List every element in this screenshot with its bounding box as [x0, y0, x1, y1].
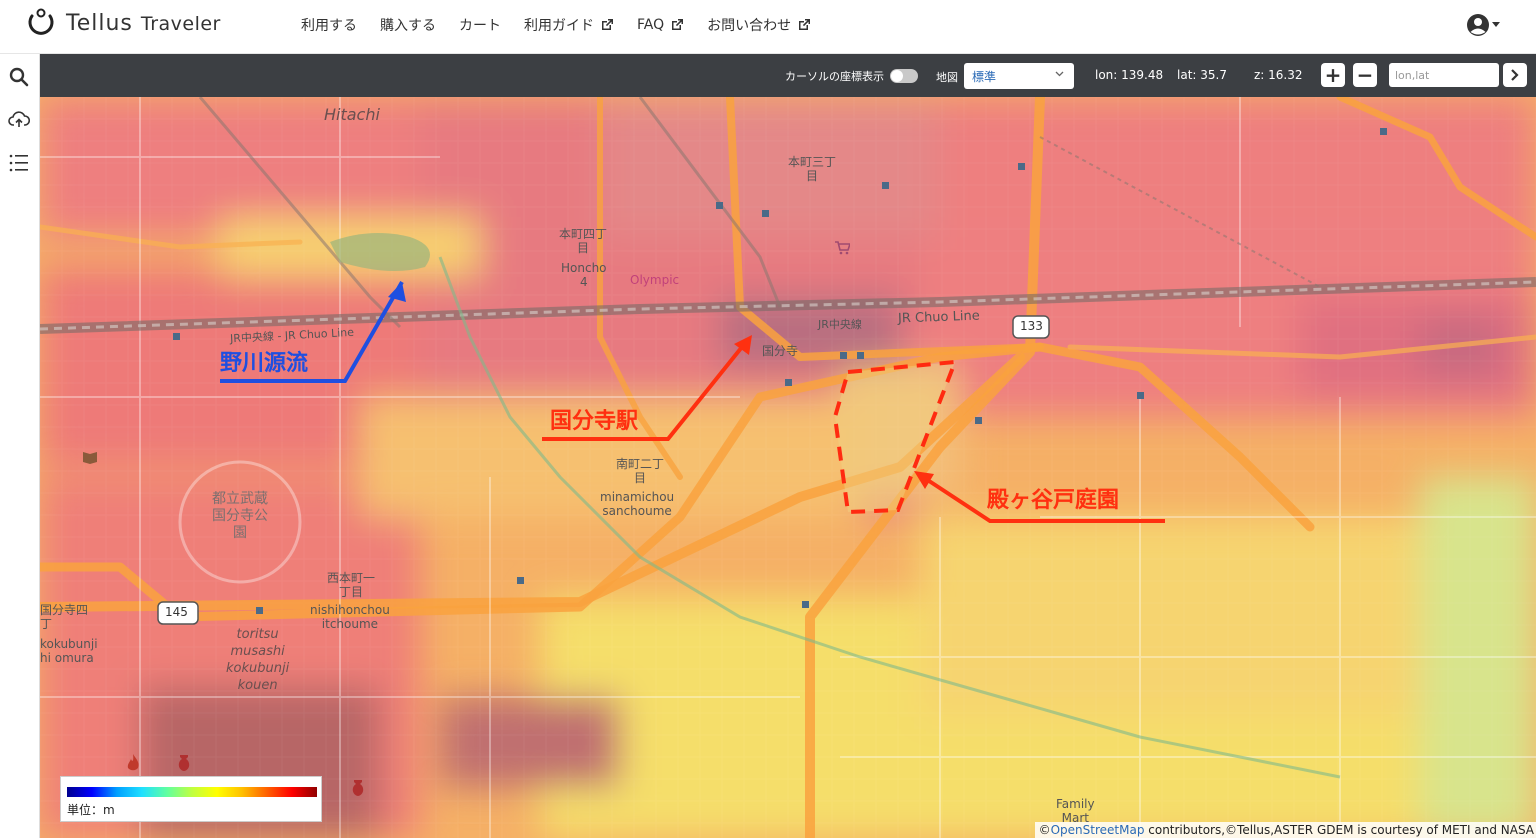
nav-item-cart[interactable]: カート [459, 15, 501, 35]
cursor-coords-toggle[interactable]: カーソルの座標表示 [785, 68, 918, 84]
map-select-label: 地図 [936, 71, 958, 84]
map-label-toritsu: toritsu musashi kokubunji kouen [226, 627, 290, 693]
tellus-logo-icon [28, 8, 54, 35]
map-label-jr-chuo-right: JR Chuo Line [897, 308, 980, 327]
map-label-honmachi3: 本町三丁 目 [788, 155, 837, 184]
library-icon [83, 452, 97, 464]
user-menu[interactable] [1466, 13, 1500, 37]
zoom-out-button[interactable]: − [1353, 63, 1377, 87]
toggle-switch[interactable] [890, 69, 918, 83]
route-145-shield: 145 [165, 605, 188, 619]
go-button[interactable] [1503, 63, 1527, 87]
map-label-kokubunji4-jp: 国分寺四 丁 [40, 603, 89, 632]
map-label-station-jp: 国分寺 [762, 344, 799, 358]
lon-readout: lon: 139.48 [1095, 68, 1164, 82]
zoom-readout: z: 16.32 [1254, 68, 1303, 82]
cursor-coords-label: カーソルの座標表示 [785, 70, 884, 83]
map-label-honmachi4: 本町四丁 目 [559, 227, 608, 256]
legend-unit: 単位：m [67, 803, 115, 817]
search-icon[interactable] [8, 66, 30, 88]
main-nav: 利用する 購入する カート 利用ガイド FAQ お問い合わせ [301, 15, 834, 35]
elevation-legend: 単位：m [60, 776, 322, 822]
map-canvas[interactable]: Hitachi 本町三丁 目 本町四丁 目 Honcho 4 Olympic J… [40, 97, 1536, 838]
shopping-cart-icon [835, 241, 850, 255]
external-link-icon [602, 19, 613, 30]
vase-icon [178, 755, 190, 771]
vase-icon [352, 780, 364, 796]
map-toolbar: カーソルの座標表示 地図 標準 lon: 139.48 lat: 35.7 z:… [40, 54, 1536, 97]
map-label-jr-chuo-jp: JR中央線 [818, 318, 862, 331]
map-label-minami2-jp: 南町二丁 目 [616, 457, 665, 486]
sidebar [0, 54, 40, 838]
route-133-shield: 133 [1020, 319, 1043, 333]
chevron-down-icon [1055, 71, 1064, 77]
app-name: Tellus Traveler [66, 10, 221, 36]
list-icon[interactable] [8, 152, 30, 174]
annotation-station: 国分寺駅 [550, 409, 639, 434]
map-label-park-jp: 都立武蔵 国分寺公 園 [212, 491, 268, 541]
map-label-olympic: Olympic [630, 273, 680, 287]
nav-item-contact[interactable]: お問い合わせ [707, 15, 811, 35]
map-label-honcho4: Honcho 4 [561, 261, 607, 290]
annotation-garden: 殿ヶ谷戸庭園 [987, 488, 1120, 513]
user-avatar-icon [1467, 14, 1489, 36]
map-label-nishihon-jp: 西本町一 丁目 [327, 571, 376, 600]
nav-item-faq[interactable]: FAQ [637, 15, 684, 35]
top-nav: Tellus Traveler 利用する 購入する カート 利用ガイド FAQ お… [0, 0, 1536, 54]
lonlat-input[interactable] [1389, 63, 1499, 87]
osm-link[interactable]: OpenStreetMap [1051, 823, 1145, 837]
lat-readout: lat: 35.7 [1177, 68, 1227, 82]
caret-down-icon [1492, 22, 1500, 27]
map-label-nishihon: nishihonchou itchoume [310, 603, 390, 632]
nav-item-use[interactable]: 利用する [301, 15, 357, 35]
map-label-hitachi: Hitachi [324, 105, 380, 124]
nav-item-guide[interactable]: 利用ガイド [524, 15, 614, 35]
cloud-upload-icon[interactable] [8, 109, 30, 131]
chevron-right-icon [1511, 69, 1519, 81]
fire-station-icon [127, 754, 139, 771]
elevation-color-scale [67, 787, 317, 797]
map-type-select[interactable]: 標準 [964, 63, 1074, 89]
zoom-in-button[interactable]: + [1321, 63, 1345, 87]
external-link-icon [672, 19, 684, 30]
heatmap-layer [40, 97, 1536, 838]
nav-item-purchase[interactable]: 購入する [380, 15, 436, 35]
annotation-nogawa: 野川源流 [220, 351, 309, 376]
map-attribution: ©OpenStreetMap contributors,©Tellus,ASTE… [1034, 822, 1536, 838]
map-label-minami: minamichou sanchoume [600, 490, 675, 519]
map-label-kokubunji-omura: kokubunji hi omura [40, 637, 98, 666]
external-link-icon [799, 19, 811, 30]
app-logo[interactable]: Tellus Traveler [26, 8, 221, 38]
